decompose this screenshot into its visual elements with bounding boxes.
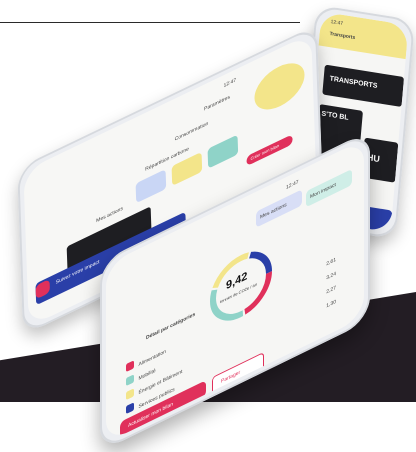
tab-label: Mon impact	[310, 181, 336, 201]
action-card-teal[interactable]	[207, 134, 239, 169]
action-card-blue[interactable]	[135, 169, 167, 204]
top-divider-line	[0, 0, 300, 23]
cta-button[interactable]: Créer mon bilan	[246, 134, 293, 167]
cta-label: Créer mon bilan	[250, 142, 280, 162]
banner-text: Suivez votre impact	[55, 258, 100, 286]
menu-item-settings[interactable]: Paramètres	[204, 94, 230, 112]
tab-label: Mes actions	[260, 201, 287, 221]
tile-label: TRANSPORTS	[329, 75, 378, 90]
transports-header: 12:47 Transports	[318, 11, 409, 60]
tab-my-actions[interactable]: Mes actions	[256, 189, 302, 228]
status-time: 12:47	[286, 179, 299, 192]
building-icon	[126, 402, 134, 414]
page-title: Transports	[329, 30, 356, 42]
row-value: 2,61	[326, 256, 336, 268]
tab-my-impact[interactable]: Mon impact	[306, 168, 352, 208]
button-label: Partager	[221, 369, 241, 385]
transports-banner-tile[interactable]: TRANSPORTS	[322, 64, 405, 107]
tile-label: S'TO BL	[321, 110, 349, 122]
status-time: 12:47	[223, 77, 237, 90]
status-time: 12:47	[330, 19, 344, 27]
menu-item-consumption[interactable]: Consommation	[175, 121, 209, 143]
decor-blob	[253, 54, 306, 119]
